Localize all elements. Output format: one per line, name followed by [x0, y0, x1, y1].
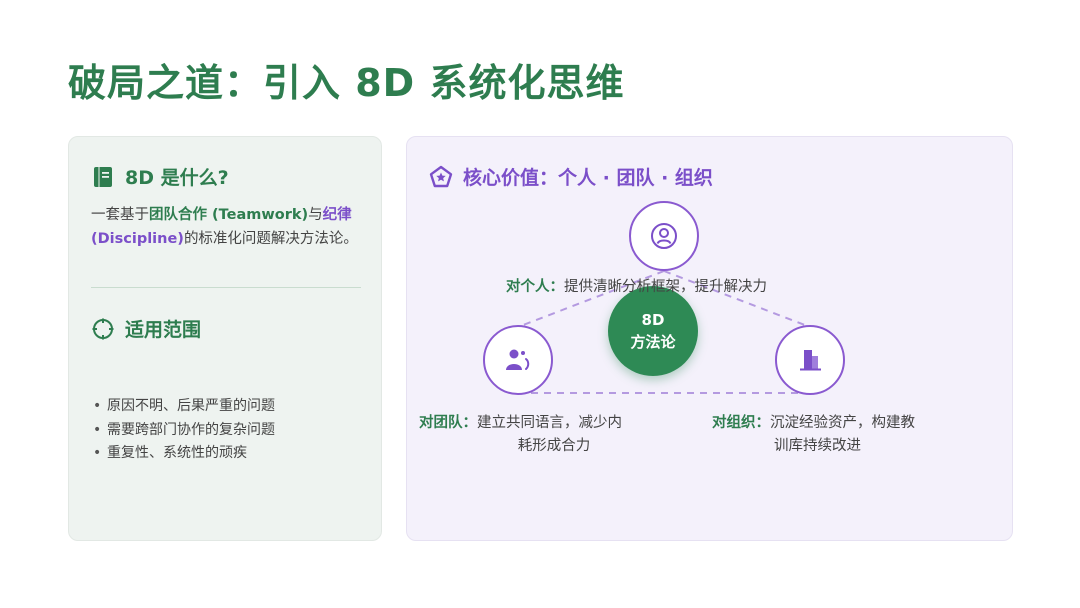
team-icon	[506, 349, 530, 370]
team-label: 对团队：建立共同语言，减少内 耗形成合力	[419, 415, 622, 454]
connector-lines	[517, 270, 811, 394]
personal-label: 对个人：提供清晰分析框架，提升解决力	[506, 279, 767, 295]
team-node	[483, 325, 553, 395]
8d-method-center: 8D 方法论	[608, 286, 698, 376]
personal-node	[629, 201, 699, 271]
building-icon	[800, 350, 821, 371]
person-icon	[651, 223, 677, 249]
org-label: 对组织：沉淀经验资产，构建教 训库持续改进	[712, 415, 915, 454]
center-line-1: 8D	[641, 311, 665, 329]
org-node	[775, 325, 845, 395]
center-line-2: 方法论	[630, 333, 676, 351]
